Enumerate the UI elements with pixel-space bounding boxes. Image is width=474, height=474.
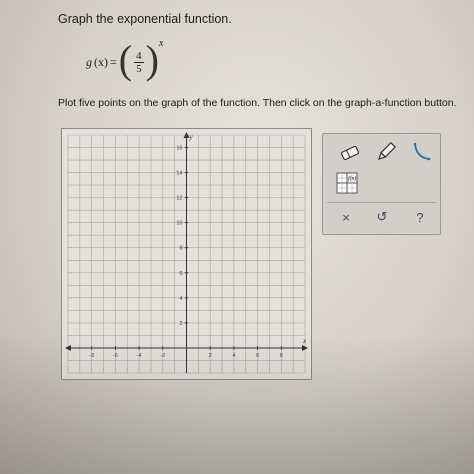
- exponential-curve-icon: [413, 142, 431, 161]
- left-paren: (: [118, 37, 133, 82]
- fraction-denominator: 5: [136, 62, 142, 75]
- x-tick-label: -2: [160, 353, 165, 359]
- eraser-tool-button[interactable]: [337, 142, 363, 164]
- function-formula: g (x) = ( 4 5 ) x: [86, 37, 164, 84]
- y-tick-label: 12: [176, 196, 182, 202]
- exponent: x: [158, 38, 164, 49]
- curve-tool-button[interactable]: [409, 140, 435, 164]
- question-heading: Graph the exponential function.: [58, 12, 232, 26]
- y-tick-label: 2: [179, 321, 182, 327]
- x-tick-label: 2: [209, 353, 212, 359]
- y-tick-label: 14: [176, 171, 182, 177]
- y-tick-label: 8: [179, 246, 182, 252]
- graph-toolbox: f(x) × ↺ ?: [322, 133, 441, 235]
- instruction-text: Plot five points on the graph of the fun…: [58, 97, 457, 109]
- toolbox-divider: [327, 202, 436, 203]
- pencil-tool-button[interactable]: [373, 140, 399, 164]
- undo-button[interactable]: ↺: [367, 207, 397, 227]
- x-tick-label: 6: [256, 353, 259, 359]
- x-tick-label: -4: [137, 353, 142, 359]
- graph-function-icon: f(x): [336, 172, 358, 194]
- clear-button[interactable]: ×: [331, 207, 361, 227]
- y-tick-label: 16: [176, 146, 182, 152]
- graph-area[interactable]: x y -8 -6 -4 -2 2 4 6 8 16 14 12 10 8 6 4 2: [61, 128, 312, 380]
- base-fraction: 4 5: [134, 50, 144, 75]
- x-tick-label: -8: [89, 353, 94, 359]
- function-name: g: [86, 54, 92, 69]
- graph-a-function-button[interactable]: f(x): [335, 171, 359, 195]
- fraction-numerator: 4: [134, 49, 144, 63]
- y-tick-label: 4: [179, 296, 182, 302]
- equals-sign: =: [110, 54, 117, 69]
- x-tick-label: 4: [232, 353, 235, 359]
- y-tick-label: 6: [179, 271, 182, 277]
- eraser-icon: [340, 145, 360, 161]
- right-paren: ): [145, 37, 159, 82]
- y-tick-label: 10: [176, 221, 182, 227]
- x-tick-label: 8: [280, 353, 283, 359]
- help-button[interactable]: ?: [405, 207, 435, 227]
- svg-text:f(x): f(x): [348, 175, 356, 182]
- coordinate-grid[interactable]: xy-8 -6 -4 -2 2 4 6 8161412108642: [62, 129, 311, 379]
- pencil-icon: [377, 141, 397, 161]
- function-variable: (x): [94, 54, 108, 69]
- x-tick-label: -6: [113, 353, 118, 359]
